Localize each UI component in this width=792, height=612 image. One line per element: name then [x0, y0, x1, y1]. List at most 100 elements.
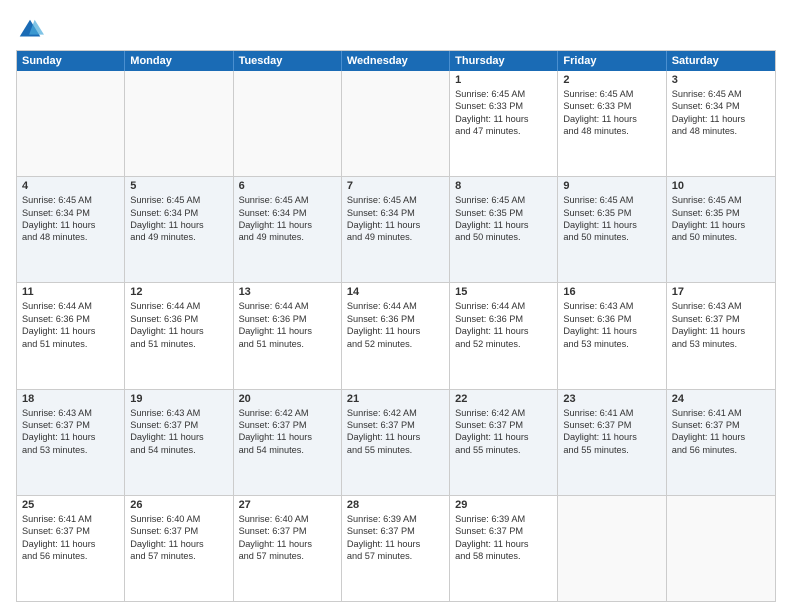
cell-line: Sunrise: 6:45 AM	[130, 194, 227, 206]
cell-line: and 49 minutes.	[130, 231, 227, 243]
day-number: 2	[563, 74, 660, 86]
cell-line: Daylight: 11 hours	[563, 325, 660, 337]
cell-line: and 57 minutes.	[347, 550, 444, 562]
cell-line: Daylight: 11 hours	[22, 219, 119, 231]
cell-line: Sunset: 6:34 PM	[22, 207, 119, 219]
cell-line: Sunset: 6:36 PM	[347, 313, 444, 325]
cell-line: Sunset: 6:37 PM	[22, 525, 119, 537]
header-day-wednesday: Wednesday	[342, 51, 450, 71]
cell-line: Daylight: 11 hours	[455, 538, 552, 550]
cell-line: and 54 minutes.	[239, 444, 336, 456]
cell-line: Daylight: 11 hours	[672, 431, 770, 443]
cell-line: and 52 minutes.	[347, 338, 444, 350]
cell-line: Sunrise: 6:42 AM	[239, 407, 336, 419]
cell-line: and 51 minutes.	[130, 338, 227, 350]
cell-line: Sunrise: 6:42 AM	[347, 407, 444, 419]
cell-line: Daylight: 11 hours	[22, 431, 119, 443]
calendar-header: SundayMondayTuesdayWednesdayThursdayFrid…	[17, 51, 775, 71]
cal-cell: 23Sunrise: 6:41 AMSunset: 6:37 PMDayligh…	[558, 390, 666, 495]
cell-line: Sunset: 6:37 PM	[130, 525, 227, 537]
cal-cell: 2 Sunrise: 6:45 AMSunset: 6:33 PMDaylight…	[558, 71, 666, 176]
cell-line: Sunset: 6:37 PM	[130, 419, 227, 431]
day-number: 3	[672, 74, 770, 86]
cell-line: Daylight: 11 hours	[239, 538, 336, 550]
cal-cell: 5Sunrise: 6:45 AMSunset: 6:34 PMDaylight…	[125, 177, 233, 282]
cell-line: Sunset: 6:35 PM	[672, 207, 770, 219]
cell-line: Sunset: 6:37 PM	[22, 419, 119, 431]
cell-line: Daylight: 11 hours	[563, 219, 660, 231]
cal-cell: 3Sunrise: 6:45 AMSunset: 6:34 PMDaylight…	[667, 71, 775, 176]
day-number: 24	[672, 393, 770, 405]
day-number: 19	[130, 393, 227, 405]
header-day-monday: Monday	[125, 51, 233, 71]
cal-cell: 10Sunrise: 6:45 AMSunset: 6:35 PMDayligh…	[667, 177, 775, 282]
cal-cell: 1Sunrise: 6:45 AMSunset: 6:33 PMDaylight…	[450, 71, 558, 176]
cal-cell	[125, 71, 233, 176]
cell-line: Sunrise: 6:45 AM	[563, 194, 660, 206]
cell-line: Daylight: 11 hours	[672, 219, 770, 231]
day-number: 23	[563, 393, 660, 405]
cal-cell: 4Sunrise: 6:45 AMSunset: 6:34 PMDaylight…	[17, 177, 125, 282]
cell-line: Sunrise: 6:41 AM	[563, 407, 660, 419]
cell-line: Daylight: 11 hours	[672, 113, 770, 125]
cell-line: Sunset: 6:37 PM	[347, 525, 444, 537]
cell-line: Daylight: 11 hours	[239, 431, 336, 443]
logo-icon	[16, 16, 44, 44]
cell-line: Sunrise: 6:45 AM	[22, 194, 119, 206]
cell-line: and 48 minutes.	[22, 231, 119, 243]
cell-line: Sunset: 6:36 PM	[455, 313, 552, 325]
cell-line: Sunset: 6:36 PM	[239, 313, 336, 325]
cell-line: Sunrise: 6:44 AM	[130, 300, 227, 312]
cal-cell: 17Sunrise: 6:43 AMSunset: 6:37 PMDayligh…	[667, 283, 775, 388]
cell-line: Sunrise: 6:41 AM	[22, 513, 119, 525]
cell-line: Sunrise: 6:43 AM	[672, 300, 770, 312]
day-number: 6	[239, 180, 336, 192]
day-number: 29	[455, 499, 552, 511]
cell-line: Daylight: 11 hours	[347, 219, 444, 231]
cell-line: Daylight: 11 hours	[455, 113, 552, 125]
cell-line: and 49 minutes.	[239, 231, 336, 243]
cell-line: and 51 minutes.	[22, 338, 119, 350]
cell-line: Sunset: 6:36 PM	[22, 313, 119, 325]
cal-row-1: 4Sunrise: 6:45 AMSunset: 6:34 PMDaylight…	[17, 176, 775, 282]
cell-line: Sunrise: 6:43 AM	[22, 407, 119, 419]
cell-line: Daylight: 11 hours	[239, 219, 336, 231]
cell-line: and 57 minutes.	[130, 550, 227, 562]
header-day-friday: Friday	[558, 51, 666, 71]
cell-line: and 57 minutes.	[239, 550, 336, 562]
cell-line: Sunrise: 6:44 AM	[239, 300, 336, 312]
cell-line: and 55 minutes.	[347, 444, 444, 456]
cal-cell	[558, 496, 666, 601]
cal-cell: 26Sunrise: 6:40 AMSunset: 6:37 PMDayligh…	[125, 496, 233, 601]
day-number: 14	[347, 286, 444, 298]
day-number: 9	[563, 180, 660, 192]
day-number: 7	[347, 180, 444, 192]
cell-line: Sunrise: 6:39 AM	[455, 513, 552, 525]
cell-line: Sunrise: 6:45 AM	[347, 194, 444, 206]
cell-line: Sunset: 6:37 PM	[672, 419, 770, 431]
day-number: 18	[22, 393, 119, 405]
cal-cell: 12Sunrise: 6:44 AMSunset: 6:36 PMDayligh…	[125, 283, 233, 388]
cell-line: Sunset: 6:35 PM	[563, 207, 660, 219]
day-number: 11	[22, 286, 119, 298]
cal-cell: 27Sunrise: 6:40 AMSunset: 6:37 PMDayligh…	[234, 496, 342, 601]
cell-line: and 52 minutes.	[455, 338, 552, 350]
cell-line: Sunset: 6:33 PM	[563, 100, 660, 112]
cal-cell	[667, 496, 775, 601]
cell-line: Sunrise: 6:40 AM	[130, 513, 227, 525]
header-day-tuesday: Tuesday	[234, 51, 342, 71]
cell-line: and 47 minutes.	[455, 125, 552, 137]
cell-line: and 50 minutes.	[672, 231, 770, 243]
cal-cell: 15Sunrise: 6:44 AMSunset: 6:36 PMDayligh…	[450, 283, 558, 388]
day-number: 22	[455, 393, 552, 405]
cell-line: Sunrise: 6:45 AM	[239, 194, 336, 206]
cal-cell	[342, 71, 450, 176]
day-number: 16	[563, 286, 660, 298]
cell-line: and 50 minutes.	[563, 231, 660, 243]
cell-line: Daylight: 11 hours	[563, 113, 660, 125]
cal-cell: 28Sunrise: 6:39 AMSunset: 6:37 PMDayligh…	[342, 496, 450, 601]
cell-line: Sunrise: 6:45 AM	[563, 88, 660, 100]
day-number: 17	[672, 286, 770, 298]
cal-row-3: 18Sunrise: 6:43 AMSunset: 6:37 PMDayligh…	[17, 389, 775, 495]
cell-line: and 55 minutes.	[563, 444, 660, 456]
